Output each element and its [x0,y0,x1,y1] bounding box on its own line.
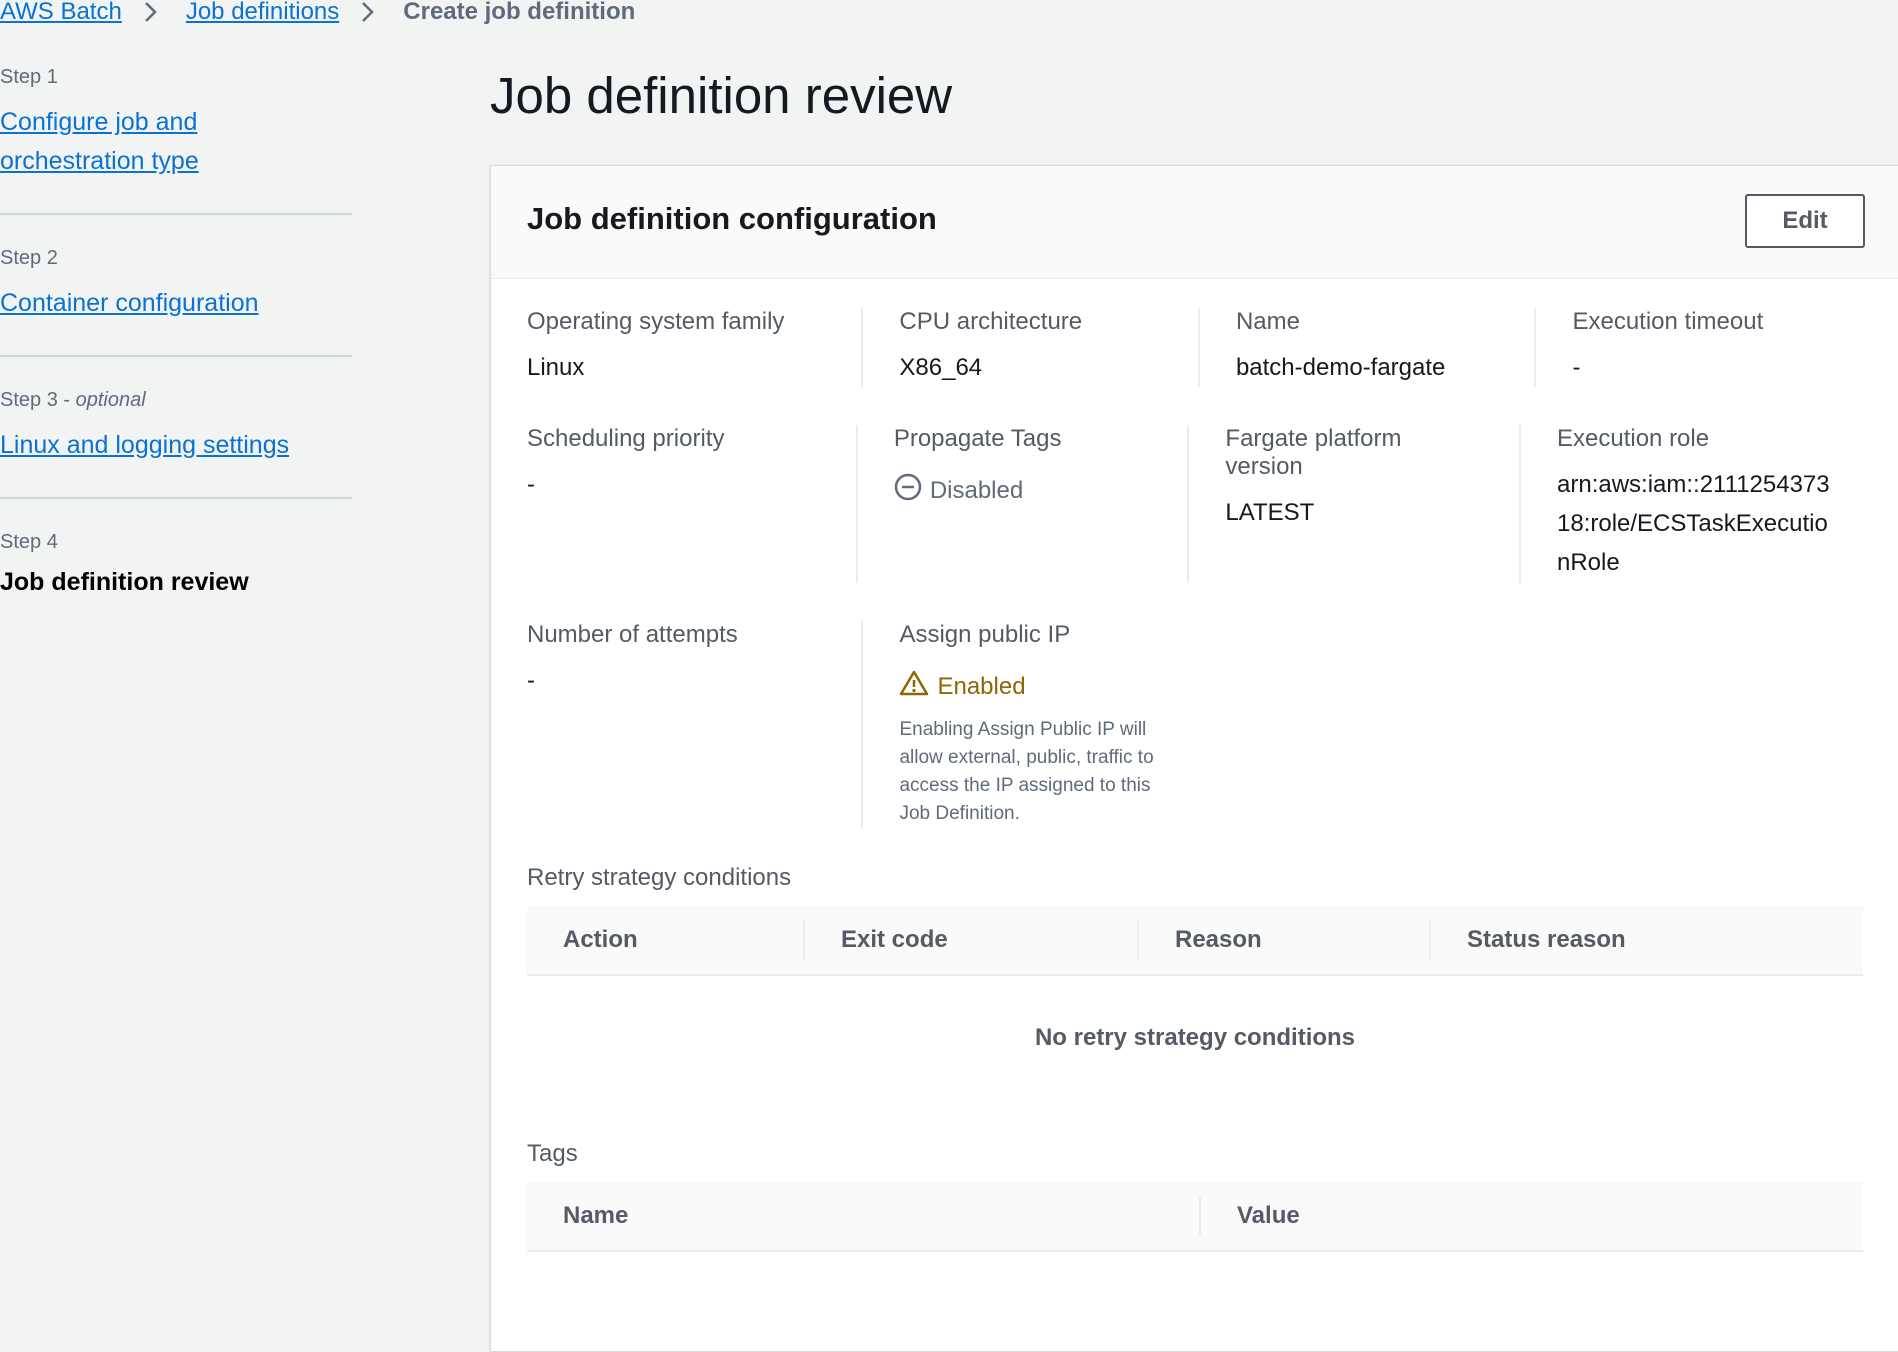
status-text: Enabled [937,672,1026,700]
column-header-status-reason[interactable]: Status reason [1429,921,1863,959]
page-title: Job definition review [490,67,953,124]
wizard-step-4: Step 4 Job definition review [0,531,352,629]
retry-strategy-table: Action Exit code Reason Status reason No… [527,906,1863,1052]
field-value: arn:aws:iam::211125437318:role/ECSTaskEx… [1557,471,1830,576]
wizard-step-1: Step 1 Configure job and orchestration t… [0,66,352,215]
breadcrumb-aws-batch[interactable]: AWS Batch [0,0,122,26]
config-row-3: Number of attempts - Assign public IP En… [527,621,1871,828]
field-cpu-architecture: CPU architecture X86_64 [861,308,1198,387]
field-label: Execution timeout [1572,308,1764,335]
empty-cell [1198,621,1534,828]
wizard-step-3: Step 3 - optional Linux and logging sett… [0,389,352,499]
field-value: - [527,667,535,694]
status-text: Disabled [929,476,1024,504]
step-number-text: Step 3 [0,389,58,411]
breadcrumb-job-definitions[interactable]: Job definitions [186,0,339,26]
column-header-name[interactable]: Name [527,1197,1199,1235]
status-disabled: Disabled [894,473,1152,508]
field-label: Assign public IP [899,621,1071,648]
field-propagate-tags: Propagate Tags Disabled [855,425,1188,583]
field-value: X86_64 [899,354,983,381]
column-header-exit-code[interactable]: Exit code [803,921,1137,959]
tags-label: Tags [527,1140,578,1167]
status-enabled-warning: Enabled [899,669,1162,704]
field-value: - [527,471,535,498]
field-name: Name batch-demo-fargate [1197,308,1535,387]
panel-title: Job definition configuration [527,201,937,236]
field-value: Linux [527,354,585,381]
step-current-label: Job definition review [0,568,249,596]
retry-strategy-label: Retry strategy conditions [527,864,792,891]
column-header-reason[interactable]: Reason [1137,921,1429,959]
field-os-family: Operating system family Linux [527,308,861,387]
wizard-steps-nav: Step 1 Configure job and orchestration t… [0,66,352,661]
config-grid: Operating system family Linux CPU archit… [527,308,1871,866]
field-label: Propagate Tags [893,425,1062,452]
job-definition-config-panel: Job definition configuration Edit Operat… [490,165,1898,1352]
retry-empty-message: No retry strategy conditions [1034,1024,1356,1051]
public-ip-description: Enabling Assign Public IP will allow ext… [899,719,1154,824]
field-label: Fargate platform version [1225,425,1402,480]
config-row-2: Scheduling priority - Propagate Tags Dis… [527,425,1871,583]
warning-icon [899,669,937,704]
column-header-action[interactable]: Action [527,921,803,959]
step-link-container-configuration[interactable]: Container configuration [0,289,259,317]
chevron-right-icon [361,1,375,23]
step-number: Step 2 [0,247,58,269]
field-value: - [1572,354,1581,381]
field-value: batch-demo-fargate [1235,354,1446,381]
table-header: Name Value [527,1182,1863,1252]
panel-header: Job definition configuration Edit [491,166,1898,279]
empty-cell [1535,621,1871,828]
field-label: Operating system family [527,308,785,335]
field-number-of-attempts: Number of attempts - [527,621,861,828]
field-label: Scheduling priority [527,425,725,452]
step-number: Step 3 - optional [0,389,146,411]
field-value: LATEST [1225,499,1315,526]
step-number: Step 1 [0,66,58,88]
disabled-icon [894,473,930,508]
step-link-configure-job[interactable]: Configure job and orchestration type [0,103,220,181]
step-optional-label: optional [75,389,146,411]
config-row-1: Operating system family Linux CPU archit… [527,308,1871,387]
field-fargate-version: Fargate platform version LATEST [1187,425,1519,583]
table-header: Action Exit code Reason Status reason [527,906,1863,976]
field-label: Number of attempts [527,621,738,648]
wizard-step-2: Step 2 Container configuration [0,247,352,357]
field-label: CPU architecture [899,308,1083,335]
field-execution-timeout: Execution timeout - [1534,308,1871,387]
tags-table: Name Value [527,1182,1863,1252]
chevron-right-icon [144,1,158,23]
breadcrumb-current: Create job definition [403,0,636,25]
field-label: Execution role [1557,425,1710,452]
column-header-value[interactable]: Value [1199,1197,1863,1235]
breadcrumb: AWS Batch Job definitions Create job def… [0,0,635,32]
field-label: Name [1235,308,1300,335]
step-number: Step 4 [0,531,58,553]
field-assign-public-ip: Assign public IP Enabled Enabling Assign… [861,621,1198,828]
edit-button[interactable]: Edit [1745,194,1865,248]
step-link-linux-logging[interactable]: Linux and logging settings [0,431,289,459]
field-execution-role: Execution role arn:aws:iam::211125437318… [1519,425,1871,583]
field-scheduling-priority: Scheduling priority - [527,425,856,583]
